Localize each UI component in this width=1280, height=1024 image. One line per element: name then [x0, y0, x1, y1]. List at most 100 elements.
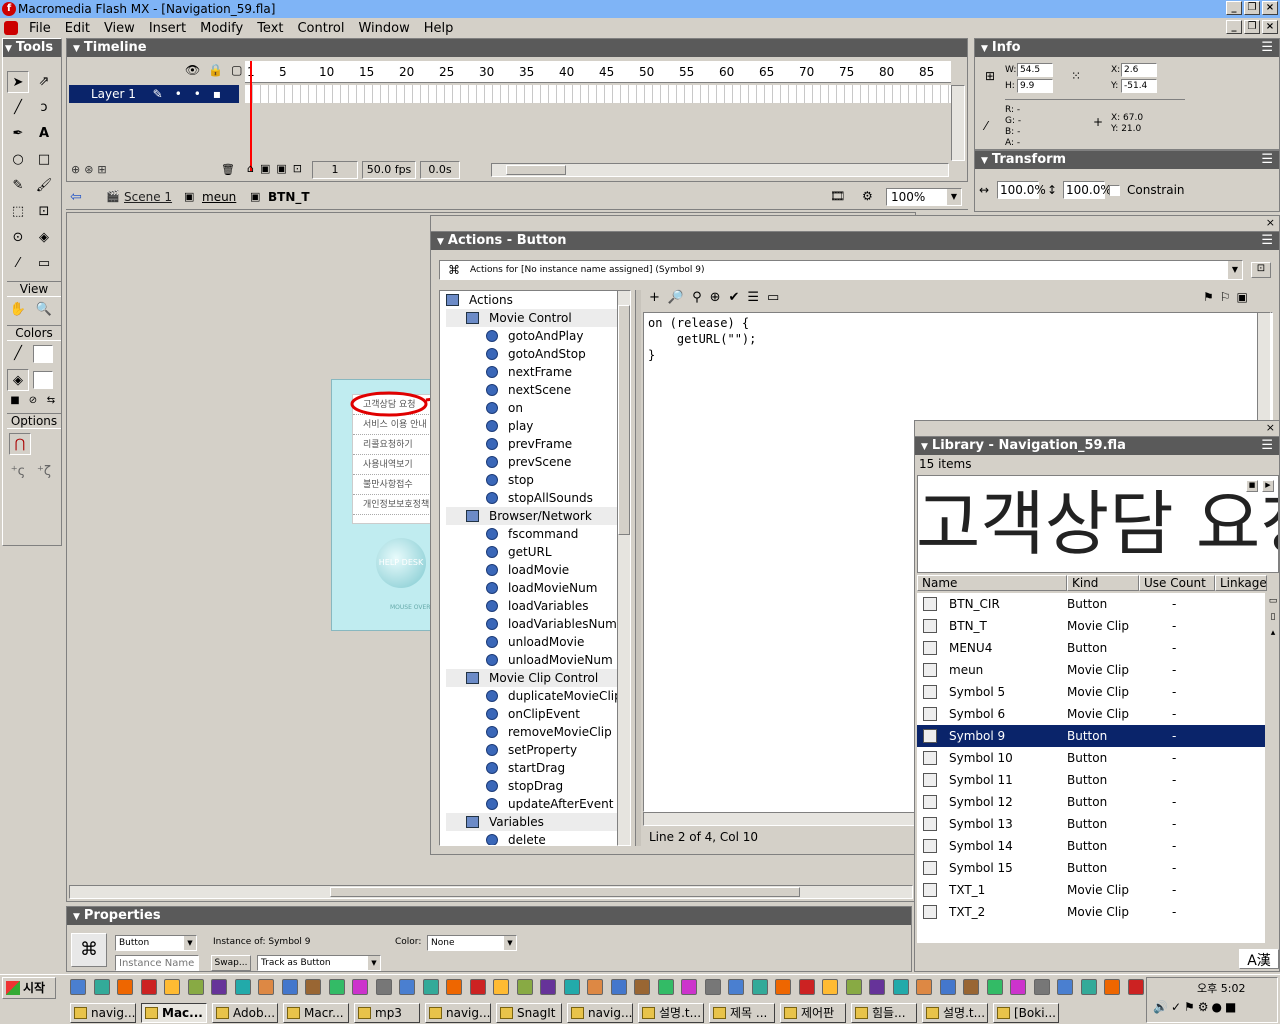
flash-icon[interactable]: f	[2, 2, 16, 16]
toolbox-action[interactable]: loadVariablesNum	[446, 615, 630, 633]
quick-launch-icon[interactable]	[211, 979, 227, 995]
actions-close-icon[interactable]: ×	[1266, 216, 1275, 229]
pane-splitter[interactable]	[635, 290, 641, 846]
brush-tool-icon[interactable]: 🖌	[33, 175, 55, 197]
menu-modify[interactable]: Modify	[193, 21, 250, 36]
swap-colors-icon[interactable]: ⇆	[43, 393, 59, 409]
toolbox-action[interactable]: duplicateMovieClip	[446, 687, 630, 705]
arrow-tool-icon[interactable]: ➤	[7, 71, 29, 93]
view-options-icons[interactable]: ⚑⚐▣	[1203, 290, 1254, 304]
library-row[interactable]: TXT_2 Movie Clip -	[917, 901, 1265, 923]
stage-hscrollbar[interactable]	[69, 885, 913, 899]
layer-name[interactable]: Layer 1	[91, 87, 136, 101]
library-row[interactable]: Symbol 14 Button -	[917, 835, 1265, 857]
actions-target-select[interactable]: ⌘ Actions for [No instance name assigned…	[439, 260, 1243, 280]
library-close-icon[interactable]: ×	[1266, 421, 1275, 434]
taskbar-button[interactable]: navig...	[70, 1003, 136, 1023]
library-column-use-count[interactable]: Use Count	[1139, 575, 1215, 591]
timeline-hscrollbar[interactable]	[491, 163, 949, 177]
quick-launch-icon[interactable]	[422, 979, 439, 995]
quick-launch-icon[interactable]	[375, 979, 392, 995]
snap-magnet-icon[interactable]: ⋂	[9, 433, 31, 455]
library-row[interactable]: Symbol 12 Button -	[917, 791, 1265, 813]
quick-launch-icon[interactable]	[281, 979, 298, 995]
code-line[interactable]: }	[648, 347, 1268, 363]
taskbar-button[interactable]: Mac...	[141, 1003, 207, 1023]
quick-launch-icon[interactable]	[939, 979, 956, 995]
quick-launch-icon[interactable]	[610, 979, 627, 995]
doc-close-button[interactable]: ×	[1262, 20, 1278, 34]
library-row[interactable]: BTN_CIR Button -	[917, 593, 1265, 615]
oval-tool-icon[interactable]: ○	[7, 149, 29, 171]
color-effect-select[interactable]: None ▼	[427, 935, 517, 951]
playhead[interactable]	[250, 61, 252, 171]
quick-launch-icon[interactable]	[634, 979, 650, 995]
document-icon[interactable]	[4, 21, 18, 35]
pin-script-icon[interactable]: ⊡	[1251, 262, 1271, 278]
timeline-vscrollbar[interactable]	[951, 85, 965, 161]
height-field[interactable]: 9.9	[1017, 79, 1053, 93]
rectangle-tool-icon[interactable]: □	[33, 149, 55, 171]
quick-launch-icon[interactable]	[587, 979, 603, 995]
quick-launch-icon[interactable]	[234, 979, 251, 995]
toolbox-action[interactable]: fscommand	[446, 525, 630, 543]
toolbox-action[interactable]: onClipEvent	[446, 705, 630, 723]
library-side-buttons[interactable]: ▭ ▯ ▴	[1267, 593, 1279, 673]
menu-file[interactable]: File	[22, 21, 58, 36]
registration-grid-icon[interactable]: ⁙	[1071, 69, 1081, 83]
doc-minimize-button[interactable]: _	[1226, 20, 1242, 34]
library-row[interactable]: meun Movie Clip -	[917, 659, 1265, 681]
toolbox-action[interactable]: stopDrag	[446, 777, 630, 795]
stop-preview-icon[interactable]: ■	[1246, 480, 1258, 492]
toolbox-action[interactable]: loadVariables	[446, 597, 630, 615]
quick-launch-icon[interactable]	[352, 979, 368, 995]
quick-launch-icon[interactable]	[1104, 979, 1120, 995]
script-toolbar[interactable]: +🔎⚲⊕✔☰▭	[649, 290, 787, 305]
quick-launch-icon[interactable]	[258, 979, 274, 995]
zoom-tool-icon[interactable]: 🔍	[33, 299, 55, 321]
quick-launch-icon[interactable]	[187, 979, 204, 995]
subselect-tool-icon[interactable]: ⇗	[33, 71, 55, 93]
breadcrumb-scene[interactable]: Scene 1	[124, 190, 172, 204]
library-row[interactable]: Symbol 11 Button -	[917, 769, 1265, 791]
stage-menu-item[interactable]: 고객상담 요청	[353, 395, 435, 415]
constrain-checkbox[interactable]	[1109, 185, 1120, 196]
taskbar-button[interactable]: [Boki...	[993, 1003, 1059, 1023]
fill-color-swatch[interactable]	[33, 371, 53, 389]
taskbar-button[interactable]: 제어판	[780, 1003, 846, 1023]
frame-ruler[interactable]: 1510152025303540455055606570758085	[245, 61, 951, 83]
pen-tool-icon[interactable]: ✒	[7, 123, 29, 145]
layer-buttons-icon[interactable]: ⊕⊛⊞	[71, 163, 111, 176]
stage-menu-item[interactable]: 리콜요청하기	[353, 435, 435, 455]
tray-icons[interactable]: 🔊✓⚑⚙●■	[1153, 1000, 1239, 1014]
toolbox-category[interactable]: Browser/Network	[446, 507, 630, 525]
library-row[interactable]: Symbol 10 Button -	[917, 747, 1265, 769]
lasso-tool-icon[interactable]: ↄ	[33, 97, 55, 119]
toolbox-category[interactable]: Variables	[446, 813, 630, 831]
toolbox-action[interactable]: play	[446, 417, 630, 435]
no-color-icon[interactable]: ⊘	[25, 393, 41, 409]
quick-launch-icon[interactable]	[869, 979, 885, 995]
quick-launch-icon[interactable]	[117, 979, 133, 995]
library-row[interactable]: Symbol 6 Movie Clip -	[917, 703, 1265, 725]
quick-launch-icon[interactable]	[728, 979, 744, 995]
taskbar-button[interactable]: mp3	[354, 1003, 420, 1023]
toolbox-action[interactable]: stop	[446, 471, 630, 489]
toolbox-action[interactable]: unloadMovie	[446, 633, 630, 651]
quick-launch-icon[interactable]	[328, 979, 345, 995]
quick-launch-icon[interactable]	[751, 979, 768, 995]
quick-launch-icon[interactable]	[916, 979, 932, 995]
toolbox-action[interactable]: updateAfterEvent	[446, 795, 630, 813]
close-button[interactable]: ×	[1262, 1, 1278, 15]
quick-launch-icon[interactable]	[704, 979, 721, 995]
library-row[interactable]: Symbol 5 Movie Clip -	[917, 681, 1265, 703]
onion-skin-icons[interactable]: ⌂▣▣⊡	[247, 161, 308, 179]
ink-bottle-tool-icon[interactable]: ⊙	[7, 227, 29, 249]
doc-restore-button[interactable]: ❐	[1244, 20, 1260, 34]
line-tool-icon[interactable]: ╱	[7, 97, 29, 119]
quick-launch-icon[interactable]	[540, 979, 556, 995]
toolbox-scrollbar[interactable]	[617, 290, 631, 846]
menu-control[interactable]: Control	[290, 21, 351, 36]
library-row[interactable]: TXT_1 Movie Clip -	[917, 879, 1265, 901]
toolbox-action[interactable]: removeMovieClip	[446, 723, 630, 741]
